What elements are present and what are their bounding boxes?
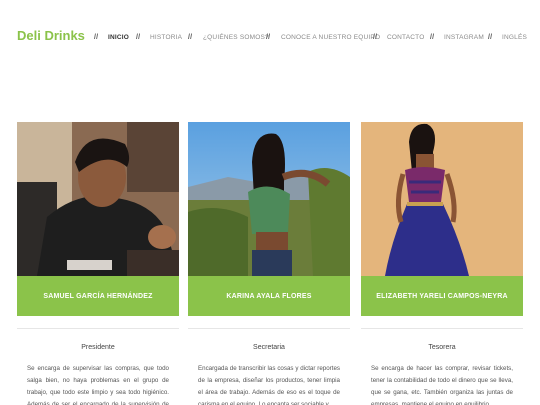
nav-separator: // [373,34,378,41]
nav-item-historia[interactable]: HISTORIA [150,34,182,41]
team-photo-karina [188,122,350,276]
team-name-bar: ELIZABETH YARELI CAMPOS-NEYRA [361,276,523,316]
nav-item-instagram[interactable]: INSTAGRAM [444,34,484,41]
team-member-name: ELIZABETH YARELI CAMPOS-NEYRA [376,292,508,300]
team-photo-samuel [17,122,179,276]
team-name-bar: SAMUEL GARCÍA HERNÁNDEZ [17,276,179,316]
card-divider [361,328,523,329]
site-header: Deli Drinks // INICIO // HISTORIA // ¿QU… [0,0,540,80]
team-member-description: Se encarga de hacer las comprar, revisar… [371,365,513,405]
nav-item-equipo[interactable]: CONOCE A NUESTRO EQUIPO [281,34,380,41]
nav-separator: // [430,34,435,41]
nav-separator: // [266,34,271,41]
team-member-description: Encargada de transcribir las cosas y dic… [198,365,340,405]
team-member-name: KARINA AYALA FLORES [226,292,312,300]
team-member-role: Secretaria [253,344,285,351]
nav-item-quienes-somos[interactable]: ¿QUIÉNES SOMOS? [203,34,269,41]
nav-item-inicio[interactable]: INICIO [108,34,129,41]
nav-item-ingles[interactable]: INGLÉS [502,34,527,41]
card-divider [17,328,179,329]
team-name-bar: KARINA AYALA FLORES [188,276,350,316]
team-member-role: Tesorera [428,344,456,351]
team-member-role: Presidente [81,344,115,351]
nav-separator: // [94,34,99,41]
brand-logo[interactable]: Deli Drinks [17,28,85,43]
team-member-description: Se encarga de supervisar las compras, qu… [27,365,169,405]
team-member-name: SAMUEL GARCÍA HERNÁNDEZ [43,292,153,300]
nav-item-contacto[interactable]: CONTACTO [387,34,424,41]
nav-separator: // [136,34,141,41]
card-divider [188,328,350,329]
nav-separator: // [488,34,493,41]
nav-separator: // [188,34,193,41]
team-photo-elizabeth [361,122,523,276]
